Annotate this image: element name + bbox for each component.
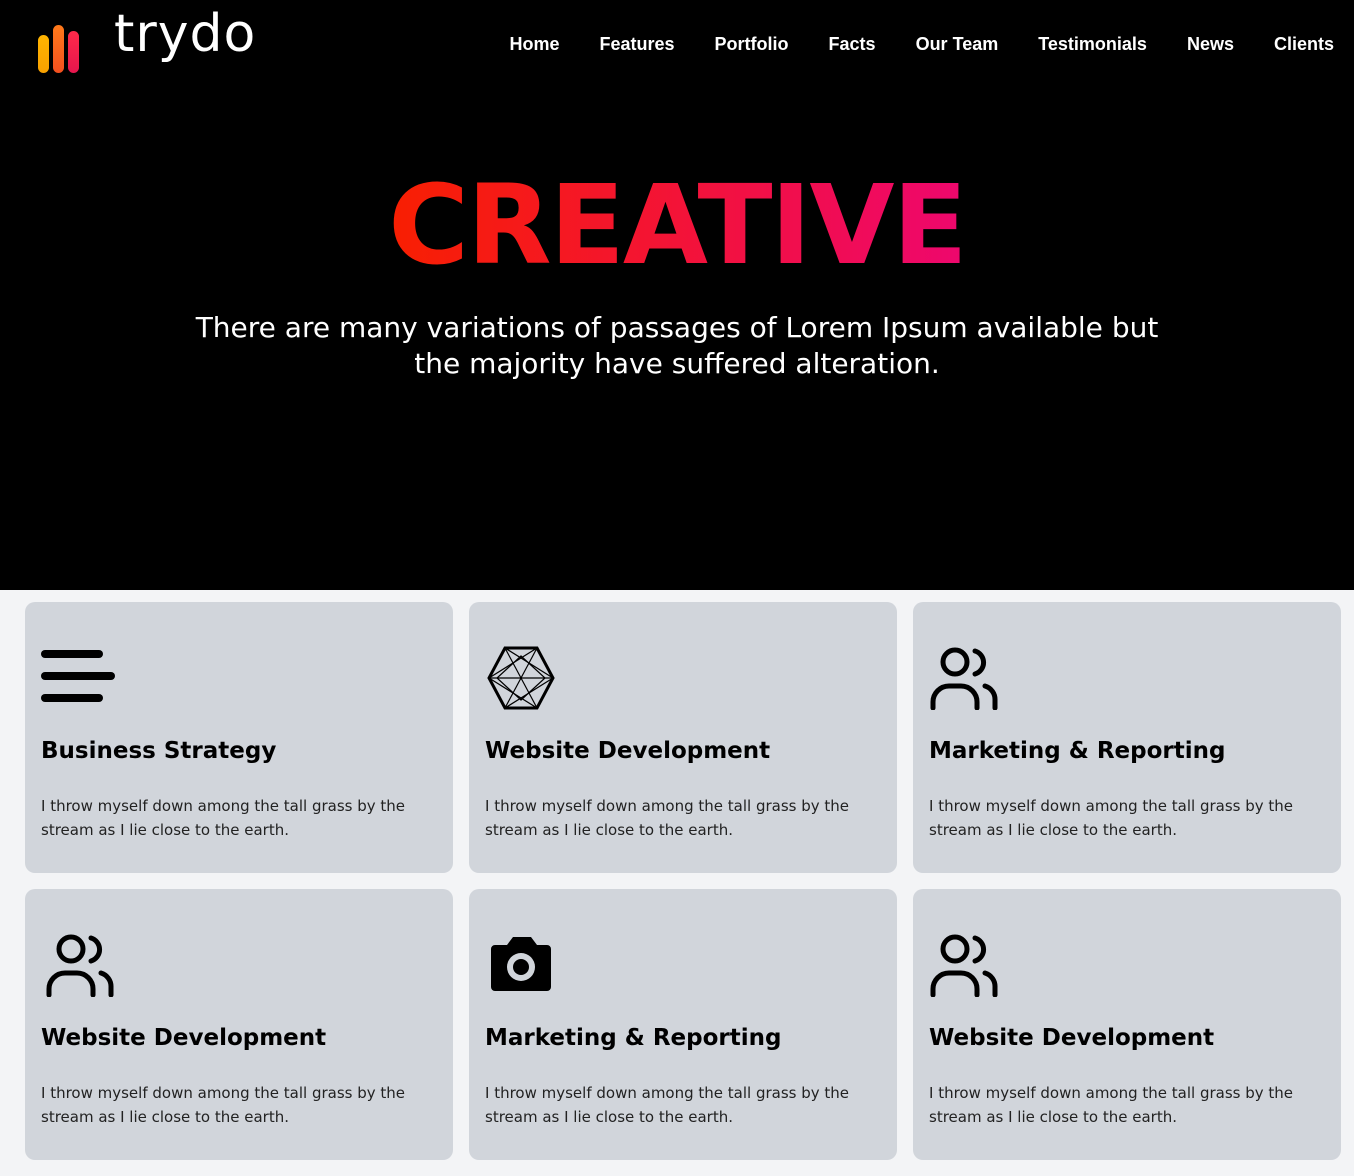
card-text: I throw myself down among the tall grass… bbox=[41, 797, 406, 839]
logo[interactable]: trydo bbox=[36, 4, 255, 74]
card-text: I throw myself down among the tall grass… bbox=[41, 1084, 406, 1126]
camera-icon bbox=[485, 933, 559, 997]
services-grid: Business Strategy I throw myself down am… bbox=[25, 602, 1341, 1160]
card-title: Marketing & Reporting bbox=[929, 738, 1226, 764]
card-title: Website Development bbox=[485, 738, 771, 764]
service-card: Website Development I throw myself down … bbox=[469, 602, 897, 873]
card-title: Website Development bbox=[929, 1025, 1215, 1051]
service-card: Website Development I throw myself down … bbox=[25, 889, 453, 1160]
nav-item-facts[interactable]: Facts bbox=[829, 34, 876, 55]
card-text: I throw myself down among the tall grass… bbox=[485, 1084, 850, 1126]
service-card: Business Strategy I throw myself down am… bbox=[25, 602, 453, 873]
menu-icon bbox=[41, 646, 115, 710]
nav-item-our-team[interactable]: Our Team bbox=[916, 34, 999, 55]
polygon-icon bbox=[485, 646, 559, 710]
users-icon bbox=[41, 933, 115, 997]
nav-item-news[interactable]: News bbox=[1187, 34, 1234, 55]
card-title: Website Development bbox=[41, 1025, 327, 1051]
logo-mark-icon bbox=[36, 17, 80, 73]
hero-title: CREATIVE bbox=[388, 161, 967, 289]
brand-name: trydo bbox=[114, 4, 257, 64]
card-text: I throw myself down among the tall grass… bbox=[929, 1084, 1294, 1126]
site-header: trydo Home Features Portfolio Facts Our … bbox=[0, 0, 1354, 92]
service-card: Marketing & Reporting I throw myself dow… bbox=[913, 602, 1341, 873]
nav-item-clients[interactable]: Clients bbox=[1274, 34, 1334, 55]
card-text: I throw myself down among the tall grass… bbox=[485, 797, 850, 839]
hero-subtitle: There are many variations of passages of… bbox=[195, 311, 1159, 380]
hero-section: trydo Home Features Portfolio Facts Our … bbox=[0, 0, 1354, 590]
nav-item-home[interactable]: Home bbox=[509, 34, 559, 55]
card-text: I throw myself down among the tall grass… bbox=[929, 797, 1294, 839]
nav-item-testimonials[interactable]: Testimonials bbox=[1038, 34, 1147, 55]
card-title: Marketing & Reporting bbox=[485, 1025, 782, 1051]
users-icon bbox=[929, 933, 1003, 997]
nav-item-features[interactable]: Features bbox=[599, 34, 674, 55]
card-title: Business Strategy bbox=[41, 738, 277, 764]
service-card: Website Development I throw myself down … bbox=[913, 889, 1341, 1160]
nav-item-portfolio[interactable]: Portfolio bbox=[715, 34, 789, 55]
users-icon bbox=[929, 646, 1003, 710]
main-nav: Home Features Portfolio Facts Our Team T… bbox=[469, 34, 1334, 55]
service-card: Marketing & Reporting I throw myself dow… bbox=[469, 889, 897, 1160]
